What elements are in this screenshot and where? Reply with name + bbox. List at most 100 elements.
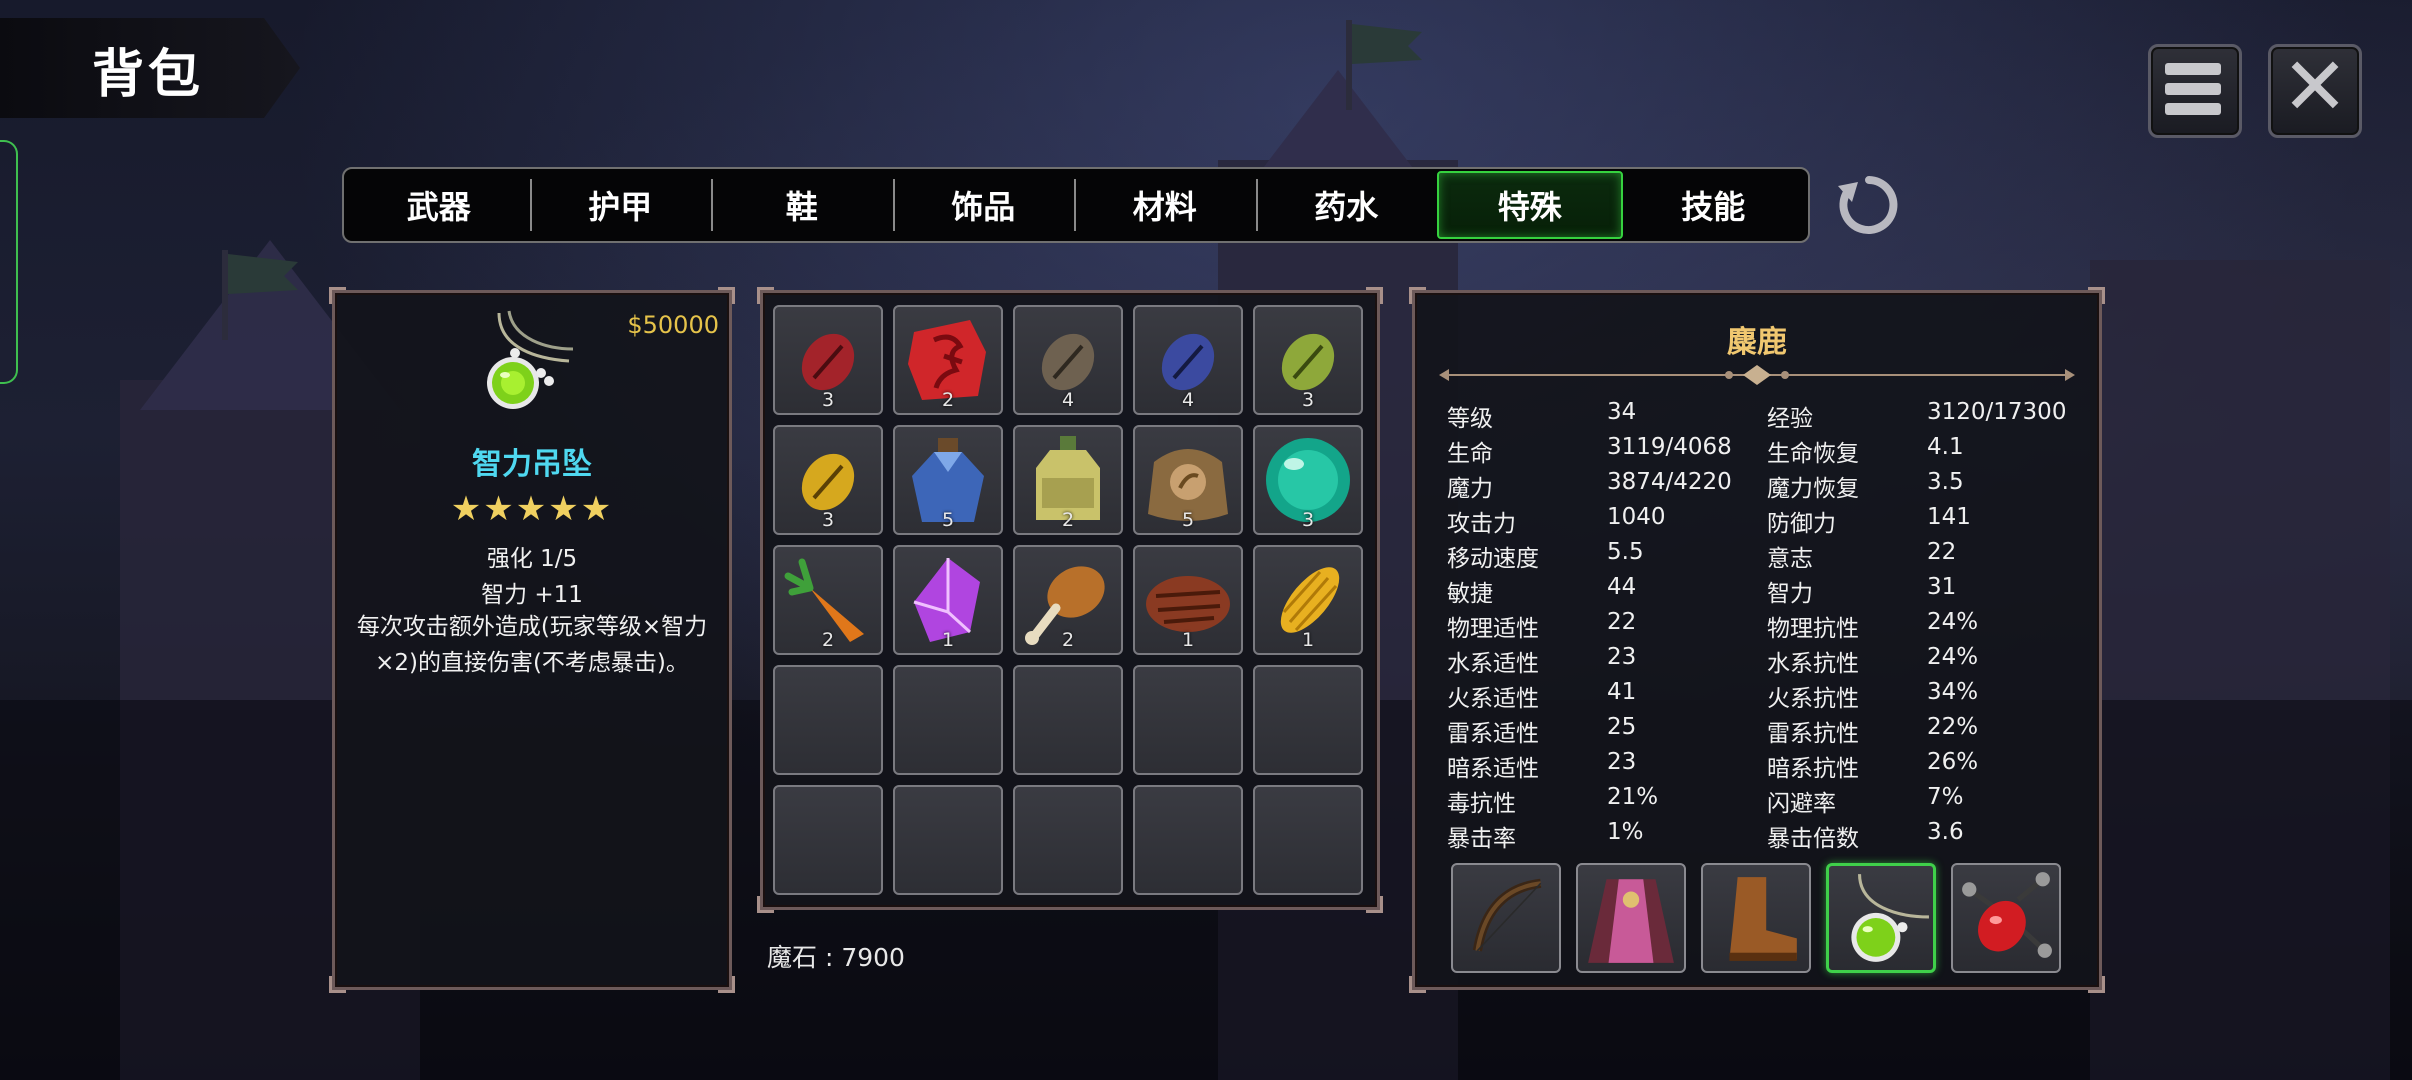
tab-material[interactable]: 材料 — [1074, 173, 1256, 237]
menu-button[interactable] — [2148, 44, 2242, 138]
tab-armor[interactable]: 护甲 — [529, 173, 712, 237]
inventory-slot[interactable]: 2 — [1013, 425, 1123, 535]
stat-value: 21% — [1607, 784, 1659, 810]
inventory-slot[interactable]: 3 — [1253, 425, 1363, 535]
equipment-slot[interactable] — [1951, 863, 2061, 973]
stat-row: 敏捷 44 智力 31 — [1447, 574, 2087, 609]
inventory-grid: 3 2 4 4 3 3 5 2 5 3 2 1 2 1 1 — [773, 305, 1363, 895]
stat-value: 3119/4068 — [1607, 434, 1732, 460]
stat-value: 3120/17300 — [1927, 399, 2067, 425]
stat-row: 雷系适性 25 雷系抗性 22% — [1447, 714, 2087, 749]
item-description: 每次攻击额外造成(玩家等级×智力×2)的直接伤害(不考虑暴击)。 — [356, 614, 708, 676]
stat-value: 22 — [1927, 539, 1957, 565]
equipment-slot[interactable] — [1701, 863, 1811, 973]
inventory-slot[interactable]: 4 — [1133, 305, 1243, 415]
inventory-slot[interactable]: 2 — [773, 545, 883, 655]
stat-value: 34% — [1927, 679, 1979, 705]
tab-special[interactable]: 特殊 — [1437, 171, 1623, 239]
inventory-slot[interactable]: 2 — [1013, 545, 1123, 655]
item-count: 3 — [821, 509, 835, 531]
inventory-panel: 3 2 4 4 3 3 5 2 5 3 2 1 2 1 1 — [757, 287, 1383, 913]
stat-row: 水系适性 23 水系抗性 24% — [1447, 644, 2087, 679]
item-count: 4 — [1181, 389, 1195, 411]
equipment-slot[interactable] — [1576, 863, 1686, 973]
stat-label: 敏捷 — [1447, 581, 1493, 607]
item-count: 3 — [1301, 509, 1315, 531]
item-count: 1 — [941, 629, 955, 651]
inventory-slot-empty[interactable] — [893, 785, 1003, 895]
inventory-slot[interactable]: 3 — [773, 425, 883, 535]
item-count: 2 — [1061, 509, 1075, 531]
stat-row: 攻击力 1040 防御力 141 — [1447, 504, 2087, 539]
inventory-slot-empty[interactable] — [1253, 665, 1363, 775]
refresh-icon[interactable] — [1836, 172, 1902, 238]
tab-accessory[interactable]: 饰品 — [892, 173, 1075, 237]
item-count: 5 — [941, 509, 955, 531]
inventory-slot[interactable]: 2 — [893, 305, 1003, 415]
stat-value: 22% — [1927, 714, 1979, 740]
tab-potion[interactable]: 药水 — [1255, 173, 1438, 237]
side-drawer-handle[interactable] — [0, 140, 18, 384]
stat-value: 22 — [1607, 609, 1637, 635]
category-tabs: 武器 护甲 鞋 饰品 材料 药水 特殊 技能 — [342, 167, 1810, 243]
inventory-slot-empty[interactable] — [773, 785, 883, 895]
tab-shoes[interactable]: 鞋 — [711, 173, 893, 237]
inventory-slot[interactable]: 1 — [893, 545, 1003, 655]
inventory-slot-empty[interactable] — [1013, 785, 1123, 895]
equipment-slot[interactable] — [1451, 863, 1561, 973]
stat-value: 24% — [1927, 644, 1979, 670]
stat-value: 41 — [1607, 679, 1637, 705]
inventory-slot-empty[interactable] — [1013, 665, 1123, 775]
magic-stone-count: 魔石 : 7900 — [767, 943, 905, 972]
stat-row: 物理适性 22 物理抗性 24% — [1447, 609, 2087, 644]
stat-row: 暗系适性 23 暗系抗性 26% — [1447, 749, 2087, 784]
stat-row: 魔力 3874/4220 魔力恢复 3.5 — [1447, 469, 2087, 504]
stat-label: 意志 — [1767, 546, 1813, 572]
stat-label: 雷系适性 — [1447, 721, 1539, 747]
inventory-slot[interactable]: 4 — [1013, 305, 1123, 415]
stat-value: 4.1 — [1927, 434, 1964, 460]
item-enhance: 强化 1/5 — [486, 546, 578, 572]
item-count: 2 — [941, 389, 955, 411]
stat-label: 暴击率 — [1447, 826, 1516, 852]
inventory-slot-empty[interactable] — [1133, 785, 1243, 895]
boots-icon — [1729, 877, 1797, 961]
stat-label: 生命恢复 — [1767, 441, 1859, 467]
stat-value: 1040 — [1607, 504, 1666, 530]
stat-label: 暗系抗性 — [1767, 756, 1859, 782]
stat-value: 26% — [1927, 749, 1979, 775]
inventory-slot[interactable]: 1 — [1253, 545, 1363, 655]
inventory-slot[interactable]: 5 — [893, 425, 1003, 535]
inventory-slot[interactable]: 5 — [1133, 425, 1243, 535]
inventory-slot[interactable]: 3 — [773, 305, 883, 415]
stat-value: 34 — [1607, 399, 1637, 425]
stat-value: 23 — [1607, 749, 1637, 775]
stat-row: 毒抗性 21% 闪避率 7% — [1447, 784, 2087, 819]
stat-value: 141 — [1927, 504, 1971, 530]
stat-label: 闪避率 — [1767, 791, 1836, 817]
stat-table: 等级 34 经验 3120/17300 生命 3119/4068 生命恢复 4.1 魔力 3874… — [1447, 399, 2087, 854]
equipment-slot[interactable] — [1826, 863, 1936, 973]
bow-icon — [1472, 878, 1542, 952]
tab-skill[interactable]: 技能 — [1623, 173, 1805, 237]
pendant-icon — [487, 310, 574, 409]
item-count: 2 — [821, 629, 835, 651]
item-price: $50000 — [627, 311, 719, 339]
menu-icon — [2165, 63, 2221, 115]
item-count: 5 — [1181, 509, 1195, 531]
item-stat: 智力 +11 — [481, 582, 583, 608]
inventory-slot[interactable]: 1 — [1133, 545, 1243, 655]
close-icon: ✕ — [2281, 40, 2349, 133]
ruby-ring-icon — [1962, 872, 2052, 958]
stat-row: 火系适性 41 火系抗性 34% — [1447, 679, 2087, 714]
inventory-slot-empty[interactable] — [893, 665, 1003, 775]
tab-weapon[interactable]: 武器 — [348, 173, 530, 237]
item-count: 1 — [1181, 629, 1195, 651]
stat-value: 7% — [1927, 784, 1964, 810]
inventory-slot-empty[interactable] — [1253, 785, 1363, 895]
inventory-slot-empty[interactable] — [773, 665, 883, 775]
stat-label: 经验 — [1767, 406, 1813, 432]
inventory-slot[interactable]: 3 — [1253, 305, 1363, 415]
close-button[interactable]: ✕ — [2268, 40, 2362, 138]
inventory-slot-empty[interactable] — [1133, 665, 1243, 775]
